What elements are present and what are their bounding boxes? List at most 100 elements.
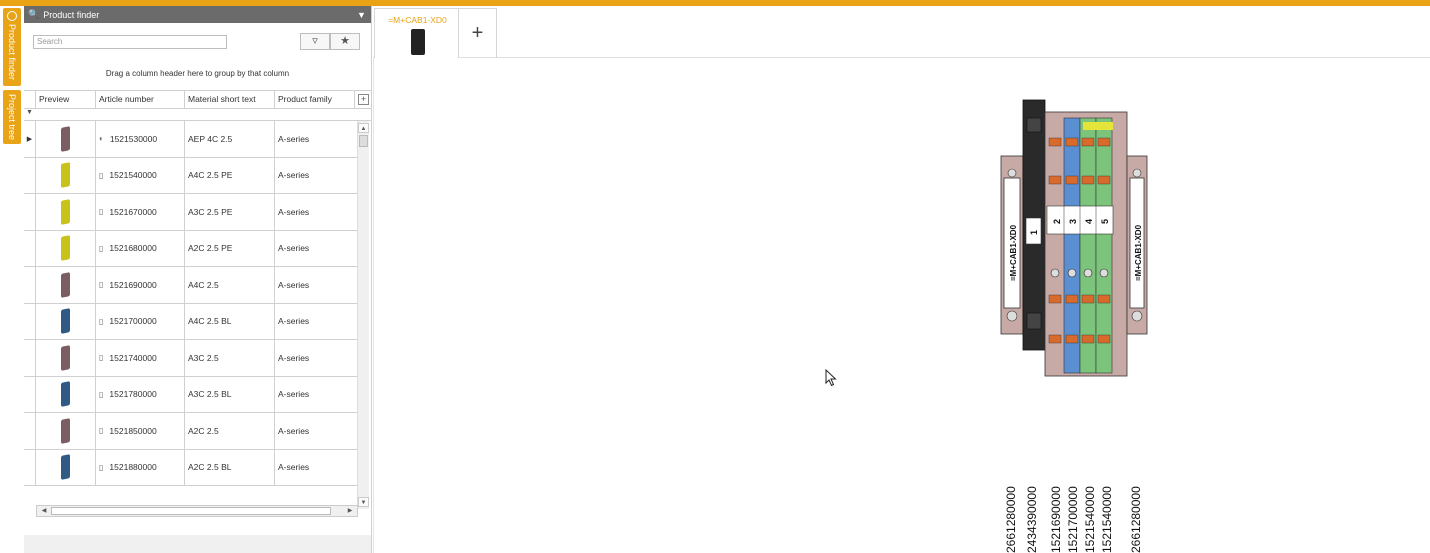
column-header-material-short-text[interactable]: Material short text xyxy=(185,91,275,108)
scroll-left-icon[interactable]: ◀ xyxy=(39,506,49,516)
preview-cell xyxy=(36,121,96,157)
table-row[interactable]: ▯ 1521700000 A4C 2.5 BL A-series xyxy=(24,303,357,340)
product-thumbnail xyxy=(61,125,70,152)
column-header-product-family[interactable]: Product family xyxy=(275,91,355,108)
material-short-text-cell: A2C 2.5 BL xyxy=(185,449,275,485)
row-indicator xyxy=(24,413,36,449)
product-thumbnail xyxy=(61,271,70,298)
vertical-scrollbar[interactable]: ▲ ▼ xyxy=(357,121,369,509)
grid-header: Preview Article number Material short te… xyxy=(24,91,371,109)
drawing-canvas[interactable]: =M+CAB1-XD0 1 2 3 4 5 =M+CAB1-XD0 266128… xyxy=(373,58,1430,553)
article-label: 2661280000 xyxy=(1129,486,1143,553)
material-short-text-cell: AEP 4C 2.5 xyxy=(185,121,275,157)
scroll-right-icon[interactable]: ▶ xyxy=(345,506,355,516)
row-indicator xyxy=(24,267,36,303)
row-indicator xyxy=(24,303,36,339)
group-by-hint: Drag a column header here to group by th… xyxy=(105,69,290,78)
product-thumbnail xyxy=(61,198,70,225)
tab-product-finder[interactable]: Product finder xyxy=(3,8,21,86)
material-short-text-cell: A3C 2.5 PE xyxy=(185,194,275,230)
add-tab-button[interactable]: + xyxy=(459,8,497,58)
article-number-cell: ▯ 1521680000 xyxy=(96,230,185,266)
search-icon: 🔍 xyxy=(28,9,40,19)
preview-cell xyxy=(36,413,96,449)
article-number-cell: ▯ 1521670000 xyxy=(96,194,185,230)
article-label: 1521540000 xyxy=(1083,486,1097,553)
scroll-thumb[interactable] xyxy=(359,135,368,147)
preview-cell xyxy=(36,157,96,193)
row-indicator xyxy=(24,340,36,376)
material-short-text-cell: A4C 2.5 PE xyxy=(185,157,275,193)
table-row[interactable]: ▯ 1521880000 A2C 2.5 BL A-series xyxy=(24,449,357,486)
product-thumbnail xyxy=(61,308,70,335)
filter-button[interactable]: ▿ xyxy=(300,33,330,50)
column-chooser-icon[interactable]: + xyxy=(358,94,369,105)
tab-product-finder-label: Product finder xyxy=(7,24,17,81)
product-family-cell: A-series xyxy=(278,170,310,181)
product-thumbnail xyxy=(61,235,70,262)
favorites-button[interactable]: ★ xyxy=(330,33,360,50)
document-tab[interactable]: =M+CAB1-XD0 xyxy=(374,8,459,58)
search-icon xyxy=(7,11,17,21)
terminal-number-4: 4 xyxy=(1084,219,1094,224)
left-end-label: =M+CAB1-XD0 xyxy=(1009,224,1018,281)
article-number-cell: ▯ 1521850000 xyxy=(96,413,185,449)
article-number-cell: ▯ 1521540000 xyxy=(96,157,185,193)
product-family-cell: A-series xyxy=(278,243,310,254)
article-label: 1521690000 xyxy=(1049,486,1063,553)
filter-row[interactable]: ▼ xyxy=(24,109,371,121)
row-indicator xyxy=(24,157,36,193)
article-label: 1521540000 xyxy=(1100,486,1114,553)
terminal-number-3: 3 xyxy=(1068,219,1078,224)
terminal-strip-drawing[interactable]: =M+CAB1-XD0 1 2 3 4 5 =M+CAB1-XD0 xyxy=(999,98,1149,383)
table-row[interactable]: ▯ 1521850000 A2C 2.5 A-series xyxy=(24,413,357,450)
row-indicator xyxy=(24,194,36,230)
product-family-cell: A-series xyxy=(278,133,310,144)
horizontal-scroll-thumb[interactable] xyxy=(51,507,331,515)
doc-icon: ▯ xyxy=(99,207,104,217)
material-short-text-cell: A4C 2.5 xyxy=(185,267,275,303)
table-row[interactable]: ▯ 1521540000 A4C 2.5 PE A-series xyxy=(24,157,357,194)
article-label: 2434390000 xyxy=(1025,486,1039,553)
pin-icon[interactable]: ▼ xyxy=(357,10,371,20)
row-indicator xyxy=(24,376,36,412)
horizontal-scrollbar[interactable]: ◀ ▶ xyxy=(36,505,358,517)
preview-cell xyxy=(36,194,96,230)
table-row[interactable]: ▯ 1521670000 A3C 2.5 PE A-series xyxy=(24,194,357,231)
product-grid: Preview Article number Material short te… xyxy=(24,90,371,535)
product-thumbnail xyxy=(61,417,70,444)
preview-cell xyxy=(36,376,96,412)
terminal-number-5: 5 xyxy=(1100,219,1110,224)
article-number-cell: ▯ 1521780000 xyxy=(96,376,185,412)
product-thumbnail xyxy=(61,381,70,408)
doc-icon: ▯ xyxy=(99,462,104,472)
mouse-cursor-icon xyxy=(825,369,837,387)
terminal-number-1: 1 xyxy=(1029,230,1039,235)
row-indicator xyxy=(24,449,36,485)
table-row[interactable]: ▯ 1521680000 A2C 2.5 PE A-series xyxy=(24,230,357,267)
panel-footer xyxy=(24,535,371,553)
article-number-cell: ◐ 1521530000 xyxy=(96,121,185,157)
table-row[interactable]: ▯ 1521780000 A3C 2.5 BL A-series xyxy=(24,376,357,413)
filter-icon: ▿ xyxy=(312,35,318,47)
product-family-cell: A-series xyxy=(278,352,310,363)
product-family-cell: A-series xyxy=(278,279,310,290)
material-short-text-cell: A4C 2.5 BL xyxy=(185,303,275,339)
scroll-down-icon[interactable]: ▼ xyxy=(358,497,369,507)
article-number-cell: ▯ 1521740000 xyxy=(96,340,185,376)
preview-cell xyxy=(36,303,96,339)
tab-project-tree[interactable]: Project tree xyxy=(3,90,21,144)
product-family-cell: A-series xyxy=(278,316,310,327)
column-header-preview[interactable]: Preview xyxy=(36,91,96,108)
column-header-article-number[interactable]: Article number xyxy=(96,91,185,108)
table-row[interactable]: ▯ 1521690000 A4C 2.5 A-series xyxy=(24,267,357,304)
scroll-up-icon[interactable]: ▲ xyxy=(358,123,369,133)
panel-header: 🔍 Product finder ▼ xyxy=(24,6,371,23)
table-row[interactable]: ▯ 1521740000 A3C 2.5 A-series xyxy=(24,340,357,377)
table-row[interactable]: ▶ ◐ 1521530000 AEP 4C 2.5 A-series xyxy=(24,121,357,158)
doc-icon: ▯ xyxy=(99,353,104,363)
star-icon: ★ xyxy=(340,35,350,47)
document-tab-strip: =M+CAB1-XD0 + xyxy=(373,6,1430,58)
search-input[interactable]: Search xyxy=(33,35,227,49)
article-number-cell: ▯ 1521700000 xyxy=(96,303,185,339)
